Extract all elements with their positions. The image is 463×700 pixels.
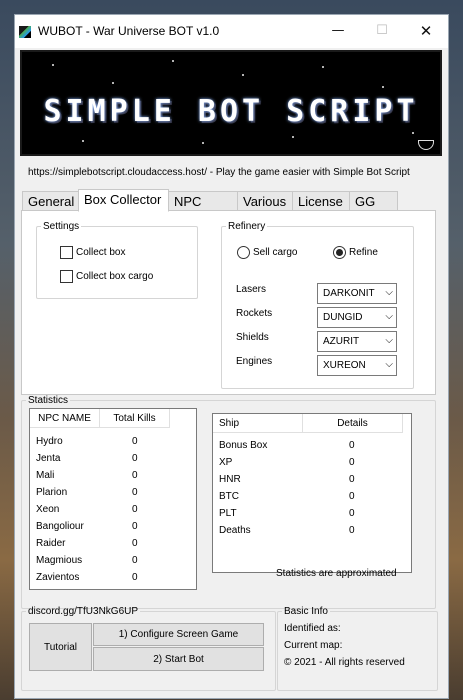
ship-stat-value: 0 xyxy=(349,474,355,485)
npc-kills: 0 xyxy=(132,470,138,481)
npc-kills: 0 xyxy=(132,572,138,583)
maximize-icon[interactable]: ☐ xyxy=(360,19,404,43)
npc-kills: 0 xyxy=(132,436,138,447)
ship-icon xyxy=(418,140,434,150)
npc-name: Raider xyxy=(36,538,66,549)
npc-kills: 0 xyxy=(132,521,138,532)
ship-stat-name: Deaths xyxy=(219,525,251,536)
tab-npc-killer[interactable]: NPC Killer xyxy=(168,191,238,224)
start-bot-button[interactable]: 2) Start Bot xyxy=(93,647,264,671)
ship-stat-name: XP xyxy=(219,457,233,468)
shields-label: Shields xyxy=(236,332,269,343)
ship-stat-value: 0 xyxy=(349,457,355,468)
statistics-legend: Statistics xyxy=(28,395,69,406)
ship-stat-name: HNR xyxy=(219,474,241,485)
npc-kills: 0 xyxy=(132,504,138,515)
chevron-down-icon: ⌵ xyxy=(385,287,393,298)
tab-license[interactable]: License xyxy=(292,191,350,212)
sell-cargo-radio[interactable] xyxy=(237,246,250,259)
ship-stat-name: BTC xyxy=(219,491,239,502)
title-bar[interactable]: WUBOT - War Universe BOT v1.0 — ☐ ✕ xyxy=(15,15,448,48)
ship-stat-value: 0 xyxy=(349,440,355,451)
website-link[interactable]: https://simplebotscript.cloudaccess.host… xyxy=(28,167,410,178)
shields-value: AZURIT xyxy=(323,336,360,347)
npc-kills: 0 xyxy=(132,487,138,498)
npc-name-header[interactable]: NPC NAME xyxy=(30,409,100,428)
collect-box-label[interactable]: Collect box xyxy=(76,247,125,258)
app-window: WUBOT - War Universe BOT v1.0 — ☐ ✕ SIMP… xyxy=(14,14,449,699)
npc-name: Plarion xyxy=(36,487,68,498)
tab-various[interactable]: Various xyxy=(237,191,293,212)
sell-cargo-label[interactable]: Sell cargo xyxy=(253,247,297,258)
settings-legend: Settings xyxy=(43,221,80,232)
rockets-select[interactable]: DUNGID ⌵ xyxy=(317,307,397,328)
discord-link[interactable]: discord.gg/TfU3NkG6UP xyxy=(26,606,140,617)
npc-name: Hydro xyxy=(36,436,63,447)
chevron-down-icon: ⌵ xyxy=(385,335,393,346)
rockets-label: Rockets xyxy=(236,308,273,319)
collect-box-cargo-checkbox[interactable] xyxy=(60,270,73,283)
npc-name: Xeon xyxy=(36,504,60,515)
npc-name: Bangoliour xyxy=(36,521,84,532)
refine-radio[interactable] xyxy=(333,246,346,259)
npc-kills: 0 xyxy=(132,453,138,464)
statistics-note: Statistics are approximated xyxy=(276,568,397,579)
npc-kills-list[interactable]: NPC NAME Total Kills Hydro 0 Jenta 0 Mal… xyxy=(29,408,197,590)
basic-info-legend: Basic Info xyxy=(284,606,328,617)
banner-image: SIMPLE BOT SCRIPT xyxy=(20,50,442,156)
npc-name: Jenta xyxy=(36,453,61,464)
close-icon[interactable]: ✕ xyxy=(404,19,448,43)
total-kills-header[interactable]: Total Kills xyxy=(100,409,170,428)
tab-gg[interactable]: GG xyxy=(349,191,398,212)
lasers-label: Lasers xyxy=(236,284,267,295)
lasers-select[interactable]: DARKONIT ⌵ xyxy=(317,283,397,304)
npc-name: Mali xyxy=(36,470,55,481)
chevron-down-icon: ⌵ xyxy=(385,359,393,370)
ship-stat-name: PLT xyxy=(219,508,237,519)
ship-details-list[interactable]: Ship Details Bonus Box 0 XP 0 HNR 0 BTC … xyxy=(212,413,412,573)
rockets-value: DUNGID xyxy=(323,312,363,323)
window-title: WUBOT - War Universe BOT v1.0 xyxy=(38,24,220,38)
banner-title: SIMPLE BOT SCRIPT xyxy=(43,94,419,129)
tab-box-collector[interactable]: Box Collector xyxy=(78,189,169,212)
npc-name: Zavientos xyxy=(36,572,80,583)
refine-label[interactable]: Refine xyxy=(349,247,378,258)
engines-select[interactable]: XUREON ⌵ xyxy=(317,355,397,376)
ship-stat-value: 0 xyxy=(349,508,355,519)
identified-as-label: Identified as: xyxy=(284,623,341,634)
minimize-icon[interactable]: — xyxy=(316,19,360,43)
engines-value: XUREON xyxy=(323,360,366,371)
shields-select[interactable]: AZURIT ⌵ xyxy=(317,331,397,352)
npc-kills: 0 xyxy=(132,538,138,549)
box-collector-panel: Settings Collect box Collect box cargo R… xyxy=(21,210,436,395)
app-icon xyxy=(19,26,31,38)
collect-box-cargo-label[interactable]: Collect box cargo xyxy=(76,271,153,282)
ship-stat-value: 0 xyxy=(349,525,355,536)
ship-stat-value: 0 xyxy=(349,491,355,502)
refinery-legend: Refinery xyxy=(228,221,266,232)
current-map-label: Current map: xyxy=(284,640,343,651)
engines-label: Engines xyxy=(236,356,273,367)
ship-header[interactable]: Ship xyxy=(213,414,303,433)
npc-kills: 0 xyxy=(132,555,138,566)
details-header[interactable]: Details xyxy=(303,414,403,433)
settings-group: Settings xyxy=(36,221,198,299)
copyright-text: © 2021 - All rights reserved xyxy=(284,657,405,668)
ship-stat-name: Bonus Box xyxy=(219,440,268,451)
collect-box-checkbox[interactable] xyxy=(60,246,73,259)
tab-general[interactable]: General xyxy=(22,191,79,212)
tutorial-button[interactable]: Tutorial xyxy=(29,623,92,671)
lasers-value: DARKONIT xyxy=(323,288,375,299)
chevron-down-icon: ⌵ xyxy=(385,311,393,322)
npc-name: Magmious xyxy=(36,555,83,566)
configure-screen-button[interactable]: 1) Configure Screen Game xyxy=(93,623,264,646)
